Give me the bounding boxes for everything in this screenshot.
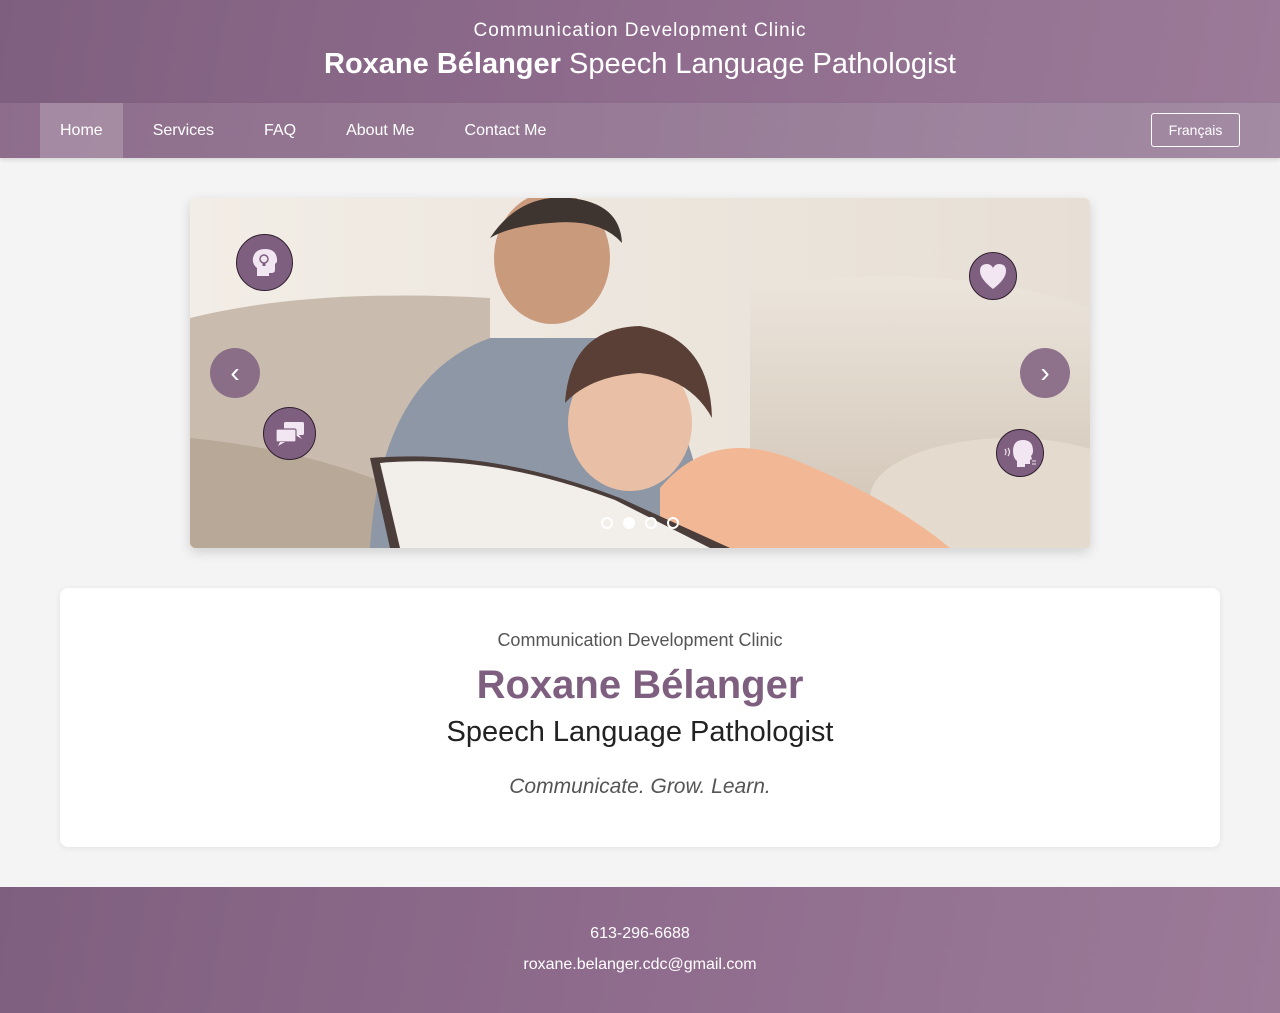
speech-bubbles-icon: [263, 407, 316, 460]
carousel-photo: [190, 198, 1090, 548]
site-header: Communication Development Clinic Roxane …: [0, 0, 1280, 103]
nav-item-home[interactable]: Home: [40, 103, 123, 158]
header-clinic-name: Communication Development Clinic: [473, 20, 807, 41]
carousel-next-button[interactable]: ›: [1020, 348, 1070, 398]
carousel-dot-1[interactable]: [601, 517, 613, 529]
carousel-dot-4[interactable]: [667, 517, 679, 529]
heart-icon: [969, 252, 1017, 300]
header-role: Speech Language Pathologist: [569, 48, 956, 80]
speaking-head-icon: [996, 429, 1044, 477]
header-person-name: Roxane Bélanger: [324, 48, 561, 80]
hero-carousel: ‹ ›: [190, 198, 1090, 548]
carousel-indicators: [190, 517, 1090, 529]
nav-item-services[interactable]: Services: [133, 103, 234, 158]
footer-phone[interactable]: 613-296-6688: [0, 925, 1280, 943]
nav-item-contact-me[interactable]: Contact Me: [445, 103, 567, 158]
head-bulb-icon: [236, 234, 293, 291]
footer-email[interactable]: roxane.belanger.cdc@gmail.com: [0, 956, 1280, 974]
intro-card: Communication Development Clinic Roxane …: [60, 588, 1220, 847]
nav-item-faq[interactable]: FAQ: [244, 103, 316, 158]
carousel-dot-2[interactable]: [623, 517, 635, 529]
main-nav: Home Services FAQ About Me Contact Me Fr…: [0, 103, 1280, 158]
intro-role: Speech Language Pathologist: [446, 716, 834, 748]
intro-tagline: Communicate. Grow. Learn.: [509, 775, 771, 798]
intro-clinic-name: Communication Development Clinic: [497, 630, 783, 650]
carousel-dot-3[interactable]: [645, 517, 657, 529]
carousel-prev-button[interactable]: ‹: [210, 348, 260, 398]
header-title: Roxane Bélanger Speech Language Patholog…: [0, 48, 1280, 81]
site-footer: 613-296-6688 roxane.belanger.cdc@gmail.c…: [0, 887, 1280, 1013]
language-toggle-button[interactable]: Français: [1151, 113, 1240, 147]
intro-person-name: Roxane Bélanger: [476, 663, 804, 707]
nav-item-about-me[interactable]: About Me: [326, 103, 434, 158]
